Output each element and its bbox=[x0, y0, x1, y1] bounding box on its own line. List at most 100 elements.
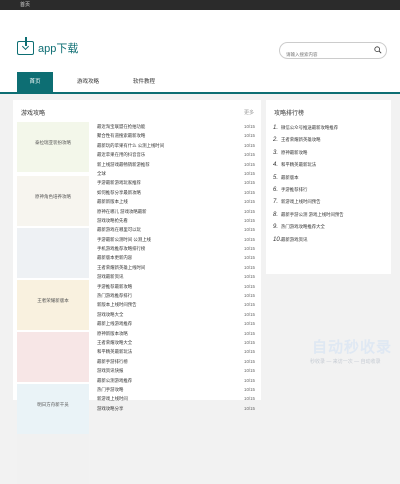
list-item-title[interactable]: 最近苹果在用的抖音音乐 bbox=[97, 150, 215, 159]
list-item-title[interactable]: 热门游戏推荐排行 bbox=[97, 291, 215, 300]
list-item[interactable]: 游戏资讯快报 10/15 bbox=[97, 366, 255, 375]
list-item-title[interactable]: 最新公测游戏推荐 bbox=[97, 376, 215, 385]
list-item[interactable]: 手游最新游戏玩家推荐 10/15 bbox=[97, 178, 255, 187]
list-item[interactable]: 新上线游戏最畅销新游推荐 10/15 bbox=[97, 160, 255, 169]
list-item-title[interactable]: 和平精英最新玩法 bbox=[97, 347, 215, 356]
nav-home[interactable]: 首页 bbox=[17, 72, 53, 92]
list-item-title[interactable]: 王者荣耀新英雄上线时间 bbox=[97, 263, 215, 272]
list-item-title[interactable]: 新游戏上线时间 bbox=[97, 394, 215, 403]
ranking-item-title[interactable]: 手游推荐排行 bbox=[281, 187, 307, 192]
site-logo[interactable]: app下载 bbox=[17, 37, 78, 56]
list-item[interactable]: 手机游戏推荐攻略排行榜 10/15 bbox=[97, 244, 255, 253]
list-item-title[interactable]: 最新玩的苹果有什么 公测上线时间 bbox=[97, 141, 215, 150]
more-link[interactable]: 更多 bbox=[244, 109, 254, 116]
list-item-date: 10/15 bbox=[244, 264, 255, 270]
thumbnail[interactable]: 泰拉瑞亚装扮攻略 bbox=[17, 122, 89, 172]
ranking-item-title[interactable]: 新游戏上线时间预告 bbox=[281, 199, 321, 204]
nav-game-guides[interactable]: 游戏攻略 bbox=[68, 72, 108, 92]
list-item-title[interactable]: 原神在哪儿 游戏攻略最新 bbox=[97, 207, 215, 216]
thumbnail[interactable]: 王者荣耀新版本 bbox=[17, 280, 89, 330]
list-item[interactable]: 聚合性有道搜索最新攻略 10/15 bbox=[97, 131, 255, 140]
list-item[interactable]: 最新新版本上线 10/15 bbox=[97, 197, 255, 206]
list-item[interactable]: 游戏攻略抢先看 10/15 bbox=[97, 216, 255, 225]
top-bar-label[interactable]: 首页 bbox=[20, 2, 30, 8]
ranking-item-title[interactable]: 最新手游公测 游戏上线时间预告 bbox=[281, 212, 344, 217]
ranking-item[interactable]: 9. 热门游戏攻略推荐大全 bbox=[273, 221, 387, 233]
list-item[interactable]: 最新上线游戏推荐 10/15 bbox=[97, 319, 255, 328]
ranking-item-title[interactable]: 原神最新攻略 bbox=[281, 150, 307, 155]
ranking-item-title[interactable]: 热门游戏攻略推荐大全 bbox=[281, 224, 325, 229]
list-item-title[interactable]: 手机游戏推荐攻略排行榜 bbox=[97, 244, 215, 253]
list-item[interactable]: 最新版本更新内容 10/15 bbox=[97, 253, 255, 262]
ranking-item[interactable]: 7. 新游戏上线时间预告 bbox=[273, 196, 387, 208]
list-item-title[interactable]: 新上线游戏最畅销新游推荐 bbox=[97, 160, 215, 169]
ranking-item[interactable]: 2. 王者荣耀新英雄攻略 bbox=[273, 134, 387, 146]
thumbnail[interactable] bbox=[17, 228, 89, 278]
list-item[interactable]: 新版本上线时间预告 10/15 bbox=[97, 300, 255, 309]
list-item-title[interactable]: 手游推荐最新攻略 bbox=[97, 282, 215, 291]
ranking-item[interactable]: 3. 原神最新攻略 bbox=[273, 147, 387, 159]
ranking-item-title[interactable]: 和平精英最新玩法 bbox=[281, 162, 316, 167]
ranking-number: 8. bbox=[273, 211, 279, 218]
list-item-title[interactable]: 手游最新公测时间 公测上线 bbox=[97, 235, 215, 244]
thumbnail[interactable] bbox=[17, 332, 89, 382]
search-icon[interactable] bbox=[374, 46, 382, 54]
thumbnail[interactable] bbox=[17, 434, 89, 484]
list-item[interactable]: 和平精英最新玩法 10/15 bbox=[97, 347, 255, 356]
list-item[interactable]: 最新玩的苹果有什么 公测上线时间 10/15 bbox=[97, 141, 255, 150]
list-item-title[interactable]: 游戏攻略抢先看 bbox=[97, 216, 215, 225]
list-item-date: 10/15 bbox=[244, 311, 255, 317]
list-item-title[interactable]: 游戏攻略分享 bbox=[97, 404, 215, 413]
ranking-item[interactable]: 5. 最新版本 bbox=[273, 172, 387, 184]
list-item-title[interactable]: 最近淘宝联盟在抢拍功能 bbox=[97, 122, 215, 131]
list-item-title[interactable]: 聚合性有道搜索最新攻略 bbox=[97, 131, 215, 140]
list-item[interactable]: 游戏攻略大全 10/15 bbox=[97, 310, 255, 319]
list-item[interactable]: 手游推荐最新攻略 10/15 bbox=[97, 282, 255, 291]
list-item-title[interactable]: 最新手游排行榜 bbox=[97, 357, 215, 366]
list-item[interactable]: 游戏攻略分享 10/15 bbox=[97, 404, 255, 413]
list-item[interactable]: 游戏最新资讯 10/15 bbox=[97, 272, 255, 281]
list-item-title[interactable]: 最新游戏在哪里可以玩 bbox=[97, 225, 215, 234]
list-item-title[interactable]: 全球 bbox=[97, 169, 215, 178]
ranking-item-title[interactable]: 微信公众号推送最新攻略推荐 bbox=[281, 125, 338, 130]
ranking-item[interactable]: 8. 最新手游公测 游戏上线时间预告 bbox=[273, 209, 387, 221]
list-item[interactable]: 最新公测游戏推荐 10/15 bbox=[97, 376, 255, 385]
list-item[interactable]: 原神在哪儿 游戏攻略最新 10/15 bbox=[97, 207, 255, 216]
list-item-title[interactable]: 原神新版本攻略 bbox=[97, 329, 215, 338]
list-item-title[interactable]: 手游最新游戏玩家推荐 bbox=[97, 178, 215, 187]
list-item[interactable]: 最近苹果在用的抖音音乐 10/15 bbox=[97, 150, 255, 159]
list-item[interactable]: 新游戏上线时间 10/15 bbox=[97, 394, 255, 403]
list-item-title[interactable]: 最新版本更新内容 bbox=[97, 253, 215, 262]
list-item-title[interactable]: 王者荣耀攻略大全 bbox=[97, 338, 215, 347]
ranking-item-title[interactable]: 最新版本 bbox=[281, 175, 299, 180]
list-item-title[interactable]: 游戏攻略大全 bbox=[97, 310, 215, 319]
ranking-item[interactable]: 4. 和平精英最新玩法 bbox=[273, 159, 387, 171]
list-item[interactable]: 王者荣耀攻略大全 10/15 bbox=[97, 338, 255, 347]
list-item[interactable]: 如何推荐分享最新攻略 10/15 bbox=[97, 188, 255, 197]
ranking-item-title[interactable]: 最新游戏资讯 bbox=[281, 237, 307, 242]
list-item-title[interactable]: 最新上线游戏推荐 bbox=[97, 319, 215, 328]
list-item[interactable]: 王者荣耀新英雄上线时间 10/15 bbox=[97, 263, 255, 272]
ranking-item[interactable]: 10.最新游戏资讯 bbox=[273, 234, 387, 246]
nav-software-tutorials[interactable]: 软件教程 bbox=[124, 72, 164, 92]
list-item-title[interactable]: 游戏最新资讯 bbox=[97, 272, 215, 281]
list-item[interactable]: 最新游戏在哪里可以玩 10/15 bbox=[97, 225, 255, 234]
list-item-title[interactable]: 如何推荐分享最新攻略 bbox=[97, 188, 215, 197]
list-item[interactable]: 原神新版本攻略 10/15 bbox=[97, 329, 255, 338]
list-item[interactable]: 最近淘宝联盟在抢拍功能 10/15 bbox=[97, 122, 255, 131]
list-item-title[interactable]: 游戏资讯快报 bbox=[97, 366, 215, 375]
list-item[interactable]: 热门游戏推荐排行 10/15 bbox=[97, 291, 255, 300]
list-item-title[interactable]: 最新新版本上线 bbox=[97, 197, 215, 206]
thumbnail[interactable]: 原神角色培养攻略 bbox=[17, 176, 89, 226]
list-item-title[interactable]: 热门手游攻略 bbox=[97, 385, 215, 394]
thumbnail[interactable]: 明日方舟新干员 bbox=[17, 384, 89, 434]
ranking-item-title[interactable]: 王者荣耀新英雄攻略 bbox=[281, 137, 321, 142]
list-item[interactable]: 全球 10/15 bbox=[97, 169, 255, 178]
list-item-title[interactable]: 新版本上线时间预告 bbox=[97, 300, 215, 309]
ranking-item[interactable]: 6. 手游推荐排行 bbox=[273, 184, 387, 196]
search-input[interactable] bbox=[280, 47, 366, 62]
list-item[interactable]: 手游最新公测时间 公测上线 10/15 bbox=[97, 235, 255, 244]
ranking-item[interactable]: 1. 微信公众号推送最新攻略推荐 bbox=[273, 122, 387, 134]
list-item[interactable]: 最新手游排行榜 10/15 bbox=[97, 357, 255, 366]
list-item[interactable]: 热门手游攻略 10/15 bbox=[97, 385, 255, 394]
